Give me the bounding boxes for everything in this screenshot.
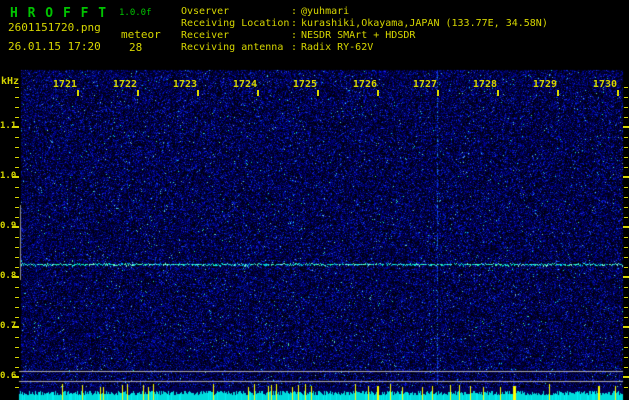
info-line-location: Receiving Location: kurashiki,Okayama,JAP… (181, 18, 548, 30)
frequency-axis-unit: kHz (1, 76, 20, 87)
info-line-observer: Ovserver: @yuhmari (181, 6, 548, 18)
frame-datetime: 26.01.15 17:20 (8, 40, 101, 53)
info-value: Radix RY-62V (301, 42, 374, 53)
info-separator: : (291, 6, 298, 17)
info-line-receiver: Receiver: NESDR SMArt + HDSDR (181, 30, 548, 42)
info-label: Receiver (181, 30, 230, 41)
meteor-count: 28 (129, 41, 143, 54)
output-filename: 2601151720.png (8, 21, 101, 34)
info-line-antenna: Recviving antenna: Radix RY-62V (181, 42, 548, 54)
info-label: Ovserver (181, 6, 230, 17)
info-value: kurashiki,Okayama,JAPAN (133.77E, 34.58N… (301, 18, 548, 29)
info-value: @yuhmari (301, 6, 350, 17)
info-separator: : (291, 42, 298, 53)
header-bar: H R O F F T 1.0.0f 2601151720.png meteor… (0, 0, 629, 62)
info-label: Receiving Location (181, 18, 290, 29)
info-label: Recviving antenna (181, 42, 284, 53)
info-separator: : (291, 18, 298, 29)
info-separator: : (291, 30, 298, 41)
mode-label: meteor (121, 28, 161, 41)
hrofft-window: { "header": { "app_title": "H R O F F T"… (0, 0, 629, 400)
station-info-block: Ovserver: @yuhmari Receiving Location: kur… (181, 6, 548, 54)
app-title: H R O F F T (10, 6, 108, 21)
info-value: NESDR SMArt + HDSDR (301, 30, 416, 41)
app-version: 1.0.0f (119, 8, 152, 18)
